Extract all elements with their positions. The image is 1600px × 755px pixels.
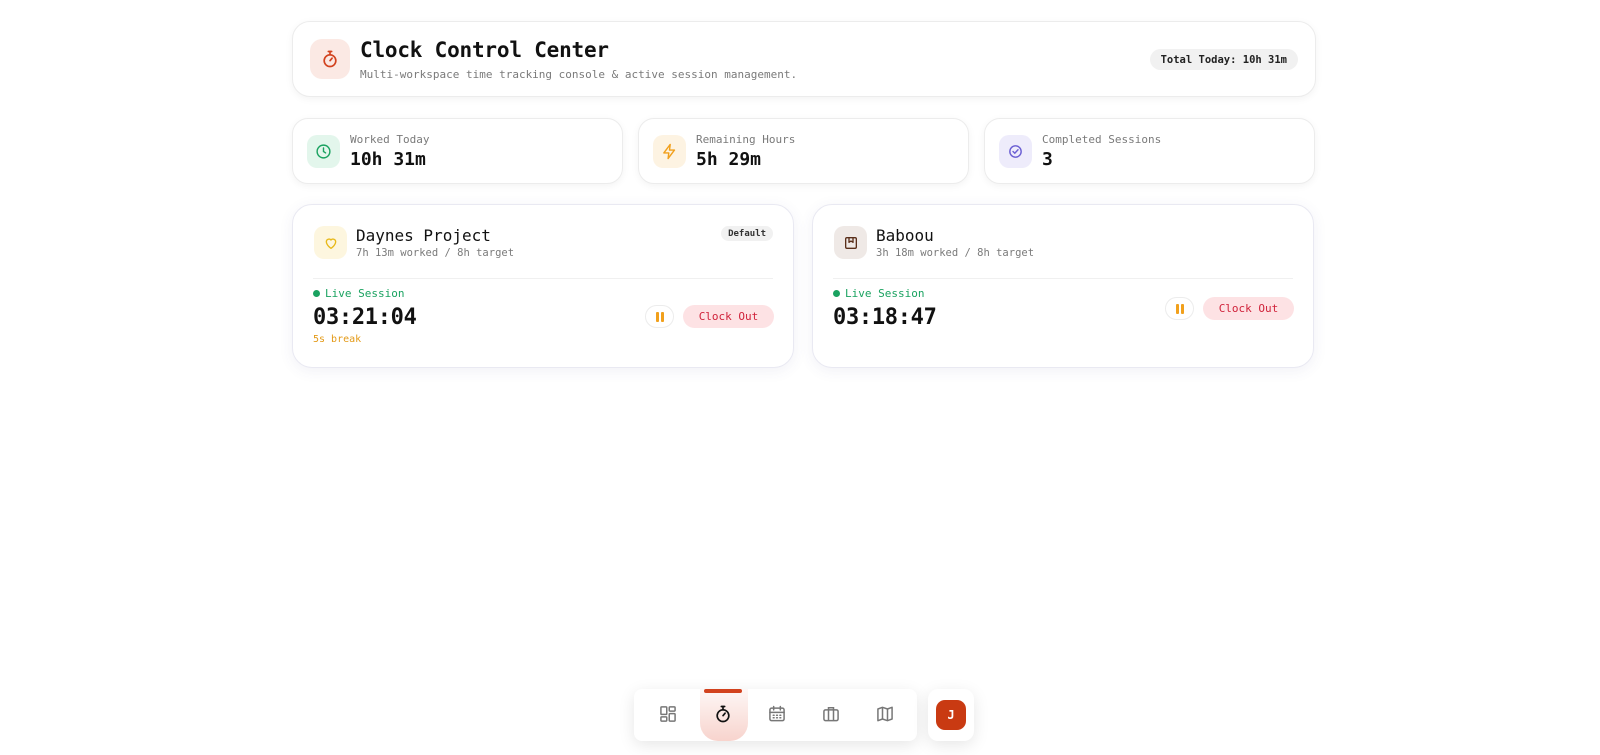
page-subtitle: Multi-workspace time tracking console & …: [360, 68, 798, 81]
clock-icon: [307, 135, 340, 168]
stat-label: Completed Sessions: [1042, 133, 1162, 146]
live-session-indicator: Live Session: [313, 287, 404, 300]
divider: [833, 278, 1293, 279]
workspace-meta: 3h 18m worked / 8h target: [876, 247, 1035, 259]
stat-value: 10h 31m: [350, 149, 426, 170]
pause-button[interactable]: [1165, 297, 1194, 320]
header-card: Clock Control Center Multi-workspace tim…: [292, 21, 1316, 97]
session-timer: 03:21:04: [313, 305, 417, 330]
briefcase-icon: [823, 707, 839, 722]
total-today-badge: Total Today: 10h 31m: [1149, 49, 1298, 70]
lightning-icon: [653, 135, 686, 168]
stat-card-completed-sessions: Completed Sessions 3: [984, 118, 1315, 184]
nav-item-workspaces[interactable]: [818, 701, 844, 727]
workspace-card-baboou: Baboou 3h 18m worked / 8h target Live Se…: [812, 204, 1314, 368]
stat-value: 5h 29m: [696, 149, 762, 170]
user-menu[interactable]: J: [928, 689, 974, 741]
stat-value: 3: [1042, 149, 1053, 170]
nav-active-indicator: [704, 689, 742, 693]
session-timer: 03:18:47: [833, 305, 937, 330]
workspace-meta: 7h 13m worked / 8h target: [356, 247, 515, 259]
divider: [313, 278, 773, 279]
live-dot-icon: [833, 290, 840, 297]
break-note: 5s break: [313, 334, 362, 345]
heart-icon: [314, 226, 347, 259]
stopwatch-icon: [716, 705, 730, 723]
live-dot-icon: [313, 290, 320, 297]
map-icon: [877, 706, 893, 722]
bookmark-box-icon: [834, 226, 867, 259]
pause-icon: [655, 311, 659, 322]
page-title: Clock Control Center: [360, 38, 609, 62]
avatar[interactable]: J: [936, 700, 966, 730]
pause-button[interactable]: [645, 305, 674, 328]
workspace-name: Daynes Project: [356, 226, 491, 245]
live-session-label: Live Session: [325, 287, 405, 300]
clock-out-button[interactable]: Clock Out: [1203, 297, 1294, 320]
live-session-indicator: Live Session: [833, 287, 924, 300]
default-badge: Default: [721, 226, 773, 241]
check-circle-icon: [999, 135, 1032, 168]
stat-label: Remaining Hours: [696, 133, 796, 146]
calendar-icon: [769, 705, 785, 722]
nav-item-dashboard[interactable]: [655, 701, 681, 727]
clock-out-button[interactable]: Clock Out: [683, 305, 774, 328]
workspace-name: Baboou: [876, 226, 934, 245]
bottom-nav: [634, 689, 917, 741]
stat-card-worked-today: Worked Today 10h 31m: [292, 118, 623, 184]
live-session-label: Live Session: [845, 287, 925, 300]
nav-item-time-tracking[interactable]: [710, 701, 736, 727]
stat-card-remaining-hours: Remaining Hours 5h 29m: [638, 118, 969, 184]
workspace-card-daynes: Daynes Project 7h 13m worked / 8h target…: [292, 204, 794, 368]
nav-item-map[interactable]: [872, 701, 898, 727]
nav-item-calendar[interactable]: [764, 701, 790, 727]
stat-label: Worked Today: [350, 133, 430, 146]
stopwatch-icon: [310, 39, 350, 79]
pause-icon: [1175, 303, 1179, 314]
dashboard-icon: [660, 706, 676, 722]
